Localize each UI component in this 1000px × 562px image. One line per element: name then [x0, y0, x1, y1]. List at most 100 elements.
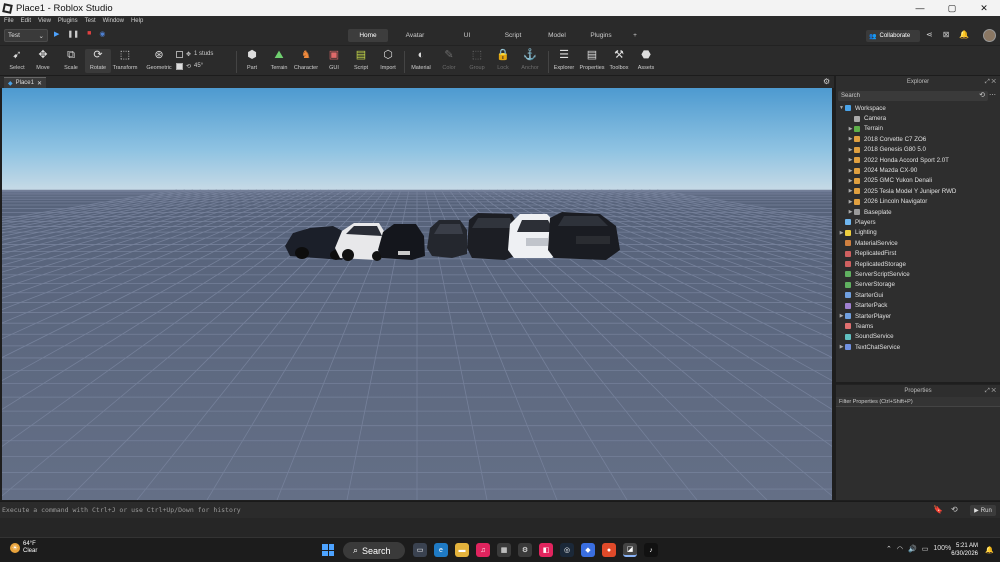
- tab-home[interactable]: Home: [348, 29, 388, 42]
- explorer-node[interactable]: Teams: [836, 321, 1000, 331]
- gui-button[interactable]: ▣ GUI: [321, 49, 347, 71]
- script-button[interactable]: ▤ Script: [348, 49, 374, 71]
- assets-button[interactable]: ⬣ Assets: [633, 49, 659, 71]
- file-explorer-icon[interactable]: ▬: [455, 543, 469, 557]
- pause-icon[interactable]: ❚❚: [67, 30, 79, 38]
- menu-window[interactable]: Window: [103, 18, 124, 24]
- history-icon[interactable]: ⟲: [951, 505, 958, 514]
- stop-icon[interactable]: ■: [87, 30, 91, 38]
- anchor-button[interactable]: ⚓ Anchor: [517, 49, 543, 71]
- explorer-node[interactable]: StarterPack: [836, 300, 1000, 310]
- chevron-right-icon[interactable]: ▶: [847, 178, 854, 184]
- share-icon[interactable]: ⋖: [926, 30, 933, 39]
- explorer-node[interactable]: ▶ Terrain: [836, 124, 1000, 134]
- notification-bell-icon[interactable]: 🔔: [985, 546, 994, 554]
- history-icon[interactable]: ⟲: [979, 91, 985, 101]
- lock-button[interactable]: 🔒 Lock: [490, 49, 516, 71]
- tab-script[interactable]: Script: [496, 29, 530, 42]
- terrain-button[interactable]: ⛰ Terrain: [266, 49, 292, 71]
- close-tab-icon[interactable]: ✕: [37, 80, 42, 87]
- media-icon[interactable]: ◧: [539, 543, 553, 557]
- rotate-snap-value[interactable]: 45°: [194, 63, 203, 69]
- part-button[interactable]: ⬢ Part: [239, 49, 265, 71]
- avatar[interactable]: [983, 29, 996, 42]
- scale-tool-button[interactable]: ⧉ Scale: [58, 49, 84, 71]
- explorer-node[interactable]: ▶ Baseplate: [836, 207, 1000, 217]
- explorer-node[interactable]: ReplicatedFirst: [836, 248, 1000, 258]
- move-snap-checkbox[interactable]: [176, 50, 183, 58]
- panel-controls[interactable]: ⤢ ✕: [985, 385, 996, 397]
- start-button[interactable]: [322, 544, 334, 556]
- notification-bell-icon[interactable]: 🔔: [959, 30, 969, 39]
- place-document-tab[interactable]: ◆ Place1 ✕: [4, 77, 46, 88]
- chrome-icon[interactable]: ●: [602, 543, 616, 557]
- menu-help[interactable]: Help: [131, 18, 143, 24]
- explorer-search-input[interactable]: Search ⟲: [838, 91, 988, 101]
- chevron-right-icon[interactable]: ▶: [838, 344, 845, 350]
- properties-button[interactable]: ▤ Properties: [579, 49, 605, 71]
- weather-widget[interactable]: ☀ 64°F Clear: [10, 541, 37, 555]
- menu-plugins[interactable]: Plugins: [58, 18, 78, 24]
- explorer-node[interactable]: ReplicatedStorage: [836, 259, 1000, 269]
- explorer-button[interactable]: ☰ Explorer: [551, 49, 577, 71]
- explorer-node[interactable]: SoundService: [836, 332, 1000, 342]
- menu-test[interactable]: Test: [85, 18, 96, 24]
- music-icon[interactable]: ♫: [476, 543, 490, 557]
- app-icon[interactable]: ◆: [581, 543, 595, 557]
- collaborate-button[interactable]: 👥 Collaborate: [866, 30, 920, 42]
- chevron-up-icon[interactable]: ⌃: [886, 545, 892, 553]
- panel-controls[interactable]: ⤢ ✕: [985, 76, 996, 88]
- roblox-studio-taskbar-icon[interactable]: ◪: [623, 543, 637, 557]
- geometric-button[interactable]: ⊛ Geometric: [146, 49, 172, 71]
- chevron-right-icon[interactable]: ▶: [847, 136, 854, 142]
- explorer-node[interactable]: ServerStorage: [836, 280, 1000, 290]
- explorer-node[interactable]: ▶ 2022 Honda Accord Sport 2.0T: [836, 155, 1000, 165]
- explorer-node[interactable]: ▶ 2024 Mazda CX-90: [836, 165, 1000, 175]
- chevron-right-icon[interactable]: ▶: [847, 157, 854, 163]
- close-button[interactable]: ✕: [968, 0, 1000, 16]
- material-button[interactable]: ◐ Material: [408, 49, 434, 71]
- rotate-tool-button[interactable]: ⟳ Rotate: [85, 49, 111, 73]
- explorer-node[interactable]: StarterGui: [836, 290, 1000, 300]
- explorer-node[interactable]: ▶ 2018 Corvette C7 ZO6: [836, 134, 1000, 144]
- chevron-right-icon[interactable]: ▶: [847, 188, 854, 194]
- group-button[interactable]: ⬚ Group: [464, 49, 490, 71]
- grid-icon[interactable]: ⊠: [943, 30, 950, 39]
- clock[interactable]: 5:21 AM 6/30/2026: [944, 542, 978, 558]
- transform-tool-button[interactable]: ⬚ Transform: [112, 49, 138, 71]
- properties-filter-input[interactable]: Filter Properties (Ctrl+Shift+P): [836, 397, 1000, 407]
- wifi-icon[interactable]: ◠: [897, 545, 903, 553]
- add-tab-button[interactable]: +: [628, 29, 642, 42]
- tab-ui[interactable]: UI: [453, 29, 481, 42]
- character-button[interactable]: ♞ Character: [293, 49, 319, 71]
- command-input[interactable]: Execute a command with Ctrl+J or use Ctr…: [2, 506, 241, 514]
- select-tool-button[interactable]: ➹ Select: [4, 49, 30, 71]
- battery-icon[interactable]: ▭: [922, 545, 929, 553]
- chevron-right-icon[interactable]: ▶: [838, 313, 845, 319]
- chevron-right-icon[interactable]: ▶: [847, 126, 854, 132]
- taskbar-search[interactable]: ⌕ Search: [343, 542, 405, 559]
- tab-plugins[interactable]: Plugins: [584, 29, 618, 42]
- minimize-button[interactable]: —: [904, 0, 936, 16]
- chevron-down-icon[interactable]: ▼: [838, 105, 845, 111]
- settings-icon[interactable]: ⚙: [518, 543, 532, 557]
- bookmark-icon[interactable]: 🔖: [933, 505, 943, 514]
- move-snap-value[interactable]: 1 studs: [194, 51, 213, 57]
- store-icon[interactable]: ▦: [497, 543, 511, 557]
- edge-icon[interactable]: e: [434, 543, 448, 557]
- import-button[interactable]: ⬡ Import: [375, 49, 401, 71]
- run-button[interactable]: ▶ Run: [970, 505, 996, 516]
- color-button[interactable]: ✎ Color: [436, 49, 462, 71]
- explorer-node[interactable]: Camera: [836, 113, 1000, 123]
- explorer-node[interactable]: ServerScriptService: [836, 269, 1000, 279]
- explorer-node[interactable]: ▼ Workspace: [836, 103, 1000, 113]
- explorer-node[interactable]: ▶ StarterPlayer: [836, 311, 1000, 321]
- gear-icon[interactable]: ⚙: [823, 77, 830, 86]
- play-mode-dropdown[interactable]: Test ⌄: [4, 29, 48, 42]
- 3d-viewport[interactable]: [2, 88, 832, 500]
- chevron-right-icon[interactable]: ▶: [847, 199, 854, 205]
- chevron-right-icon[interactable]: ▶: [847, 147, 854, 153]
- play-icon[interactable]: ▶: [54, 30, 59, 38]
- maximize-button[interactable]: ▢: [936, 0, 968, 16]
- team-test-icon[interactable]: ◉: [99, 30, 105, 38]
